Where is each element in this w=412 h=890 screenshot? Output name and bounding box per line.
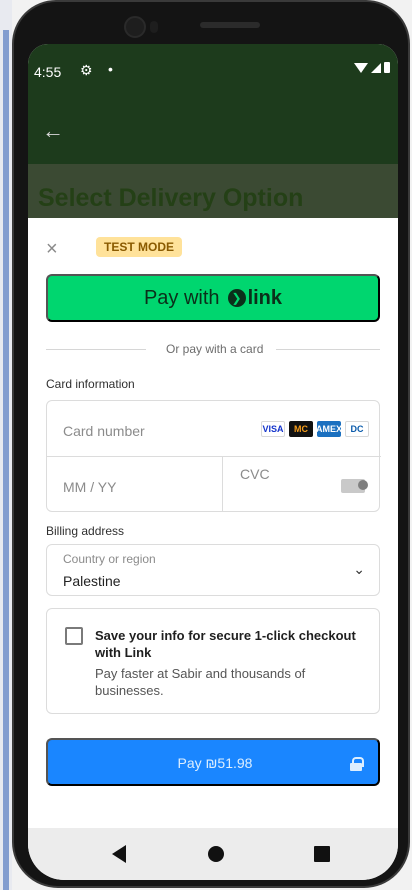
background-strip <box>0 0 12 890</box>
status-time: 4:55 <box>34 64 62 80</box>
page-title: Select Delivery Option <box>38 184 304 212</box>
card-number-input[interactable]: Card number <box>63 423 145 439</box>
cvc-card-icon <box>341 479 368 493</box>
card-information-box: Card number VISA MC AMEX DC MM / YY CVC <box>46 400 381 512</box>
pay-with-link-button[interactable]: Pay with ❯ link <box>46 274 380 322</box>
background-accent <box>3 30 9 890</box>
billing-address-label: Billing address <box>46 524 125 538</box>
payment-sheet: × TEST MODE Pay with ❯ link Or pay with … <box>28 218 398 828</box>
arrow-left-icon[interactable]: ← <box>42 118 64 144</box>
save-info-title: Save your info for secure 1-click checko… <box>95 628 356 660</box>
pay-button[interactable]: Pay ₪51.98 <box>46 738 380 786</box>
sensor-icon <box>150 21 158 33</box>
country-select[interactable]: Country or region Palestine ⌄ <box>46 544 380 596</box>
phone-top-notch <box>124 16 284 38</box>
nav-back-icon[interactable] <box>112 845 126 863</box>
pay-with-link-prefix: Pay with <box>143 286 220 309</box>
system-nav-bar <box>28 828 398 880</box>
save-info-description: Pay faster at Sabir and thousands of bus… <box>95 666 306 698</box>
notification-dot-icon: • <box>108 61 113 77</box>
phone-frame: 4:55 ⚙ • ← Select Delivery Option × TEST… <box>12 0 410 888</box>
lock-icon <box>350 757 364 771</box>
divider-line-left <box>46 349 146 350</box>
country-value: Palestine <box>63 573 121 589</box>
card-information-label: Card information <box>46 377 135 391</box>
nav-home-icon[interactable] <box>208 846 224 862</box>
phone-screen: 4:55 ⚙ • ← Select Delivery Option × TEST… <box>28 44 398 880</box>
speaker-grille <box>200 22 260 28</box>
save-info-panel: Save your info for secure 1-click checko… <box>46 608 380 714</box>
mastercard-icon: MC <box>289 421 313 437</box>
cvc-input[interactable]: CVC <box>240 466 270 482</box>
pay-button-label: Pay ₪51.98 <box>177 755 253 771</box>
card-divider-vertical <box>222 456 223 512</box>
divider-line-right <box>276 349 380 350</box>
status-icons <box>354 62 390 73</box>
link-arrow-icon: ❯ <box>227 289 246 307</box>
close-icon[interactable]: × <box>46 238 58 261</box>
nav-recents-icon[interactable] <box>314 846 330 862</box>
gear-icon: ⚙ <box>80 62 93 78</box>
divider-text: Or pay with a card <box>166 342 264 356</box>
diners-club-icon: DC <box>345 421 369 437</box>
camera-icon <box>124 16 146 38</box>
amex-icon: AMEX <box>316 421 342 437</box>
visa-icon: VISA <box>261 421 285 437</box>
save-info-checkbox[interactable] <box>65 627 83 645</box>
status-bar: 4:55 ⚙ • <box>28 44 398 92</box>
battery-icon <box>384 62 390 73</box>
expiry-input[interactable]: MM / YY <box>63 479 116 495</box>
card-divider-horizontal <box>47 456 381 457</box>
wifi-icon <box>354 62 368 73</box>
chevron-down-icon: ⌄ <box>353 561 365 577</box>
card-brand-icons: VISA MC AMEX DC <box>261 421 369 437</box>
signal-icon <box>371 62 381 73</box>
payment-divider: Or pay with a card <box>46 342 380 358</box>
app-bar: ← <box>28 92 398 164</box>
test-mode-badge: TEST MODE <box>96 237 183 257</box>
country-field-label: Country or region <box>63 552 156 566</box>
link-brand-label: link <box>247 286 283 309</box>
